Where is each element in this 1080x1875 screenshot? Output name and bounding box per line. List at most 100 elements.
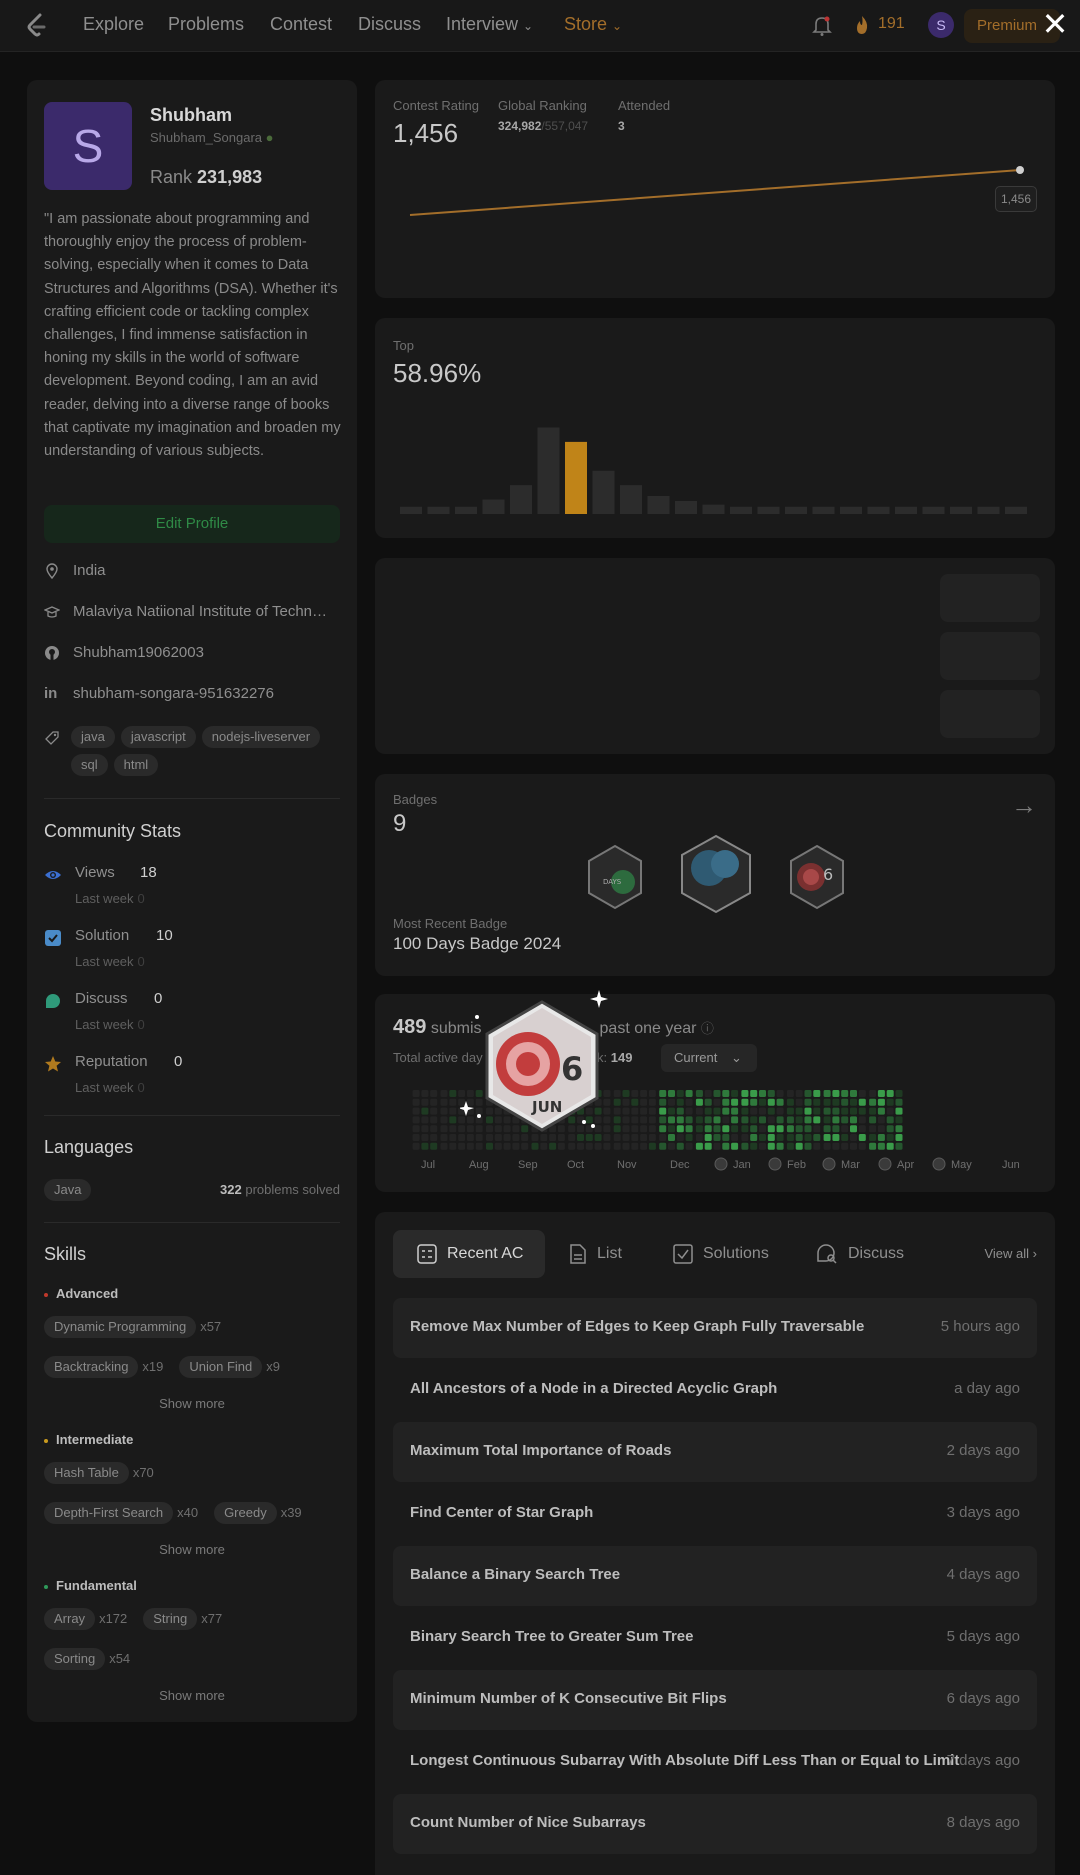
- heatmap-cell[interactable]: [786, 1125, 794, 1133]
- heatmap-cell[interactable]: [412, 1142, 420, 1150]
- heatmap-cell[interactable]: [895, 1107, 903, 1115]
- heatmap-cell[interactable]: [823, 1125, 831, 1133]
- skill-tag[interactable]: Sorting: [44, 1648, 106, 1670]
- heatmap-cell[interactable]: [832, 1116, 840, 1124]
- heatmap-cell[interactable]: [631, 1125, 639, 1133]
- heatmap-cell[interactable]: [695, 1098, 703, 1106]
- skill-tag[interactable]: javascript: [120, 726, 196, 748]
- heatmap-cell[interactable]: [421, 1107, 429, 1115]
- heatmap-cell[interactable]: [613, 1142, 621, 1150]
- heatmap-cell[interactable]: [668, 1116, 675, 1124]
- problem-title[interactable]: Find Center of Star Graph: [410, 1504, 593, 1521]
- heatmap-cell[interactable]: [659, 1090, 667, 1097]
- skill-tag[interactable]: Union Find: [179, 1356, 263, 1378]
- month-badge-icon[interactable]: [932, 1157, 946, 1171]
- heatmap-cell[interactable]: [648, 1090, 656, 1097]
- heatmap-cell[interactable]: [886, 1116, 894, 1124]
- heatmap-cell[interactable]: [776, 1134, 784, 1141]
- heatmap-cell[interactable]: [412, 1107, 420, 1115]
- heatmap-cell[interactable]: [713, 1134, 721, 1141]
- heatmap-cell[interactable]: [449, 1098, 457, 1106]
- heatmap-cell[interactable]: [759, 1090, 766, 1097]
- heatmap-cell[interactable]: [767, 1142, 775, 1150]
- recent-problem-row[interactable]: Longest Continuous Subarray With Absolut…: [393, 1732, 1037, 1792]
- heatmap-cell[interactable]: [869, 1098, 877, 1106]
- heatmap-cell[interactable]: [631, 1134, 639, 1141]
- heatmap-cell[interactable]: [722, 1107, 730, 1115]
- heatmap-cell[interactable]: [430, 1090, 438, 1097]
- month-badge-icon[interactable]: [822, 1157, 836, 1171]
- heatmap-cell[interactable]: [404, 1134, 411, 1141]
- heatmap-cell[interactable]: [449, 1125, 457, 1133]
- heatmap-cell[interactable]: [823, 1098, 831, 1106]
- heatmap-cell[interactable]: [685, 1116, 693, 1124]
- heatmap-cell[interactable]: [804, 1098, 812, 1106]
- heatmap-cell[interactable]: [741, 1098, 749, 1106]
- heatmap-cell[interactable]: [521, 1142, 529, 1150]
- recent-problem-row[interactable]: Binary Search Tree to Greater Sum Tree 5 …: [393, 1608, 1037, 1668]
- heatmap-cell[interactable]: [412, 1116, 420, 1124]
- heatmap-cell[interactable]: [741, 1125, 749, 1133]
- heatmap-cell[interactable]: [594, 1142, 602, 1150]
- heatmap-cell[interactable]: [858, 1098, 866, 1106]
- heatmap-cell[interactable]: [676, 1142, 684, 1150]
- heatmap-cell[interactable]: [776, 1090, 784, 1097]
- heatmap-cell[interactable]: [722, 1116, 730, 1124]
- heatmap-cell[interactable]: [695, 1134, 703, 1141]
- heatmap-cell[interactable]: [475, 1142, 483, 1150]
- heatmap-cell[interactable]: [440, 1116, 448, 1124]
- heatmap-cell[interactable]: [613, 1134, 621, 1141]
- heatmap-cell[interactable]: [395, 1090, 402, 1097]
- heatmap-cell[interactable]: [741, 1142, 749, 1150]
- heatmap-cell[interactable]: [795, 1125, 803, 1133]
- heatmap-cell[interactable]: [713, 1116, 721, 1124]
- school-text[interactable]: Malaviya Natiional Institute of Techn…: [73, 603, 327, 620]
- heatmap-cell[interactable]: [786, 1098, 794, 1106]
- language-tag[interactable]: Java: [44, 1179, 92, 1201]
- heatmap-cell[interactable]: [786, 1134, 794, 1141]
- heatmap-cell[interactable]: [731, 1116, 739, 1124]
- heatmap-cell[interactable]: [648, 1134, 656, 1141]
- rating-point[interactable]: [1016, 166, 1024, 174]
- heatmap-cell[interactable]: [622, 1090, 630, 1097]
- heatmap-cell[interactable]: [877, 1107, 885, 1115]
- heatmap-cell[interactable]: [430, 1116, 438, 1124]
- tab-list[interactable]: List: [545, 1230, 622, 1278]
- heatmap-cell[interactable]: [850, 1142, 857, 1150]
- heatmap-cell[interactable]: [486, 1142, 493, 1150]
- heatmap-cell[interactable]: [695, 1116, 703, 1124]
- badge-100-days[interactable]: [679, 834, 753, 914]
- heatmap-cell[interactable]: [430, 1142, 438, 1150]
- heatmap-cell[interactable]: [767, 1134, 775, 1141]
- heatmap-cell[interactable]: [622, 1125, 630, 1133]
- heatmap-cell[interactable]: [622, 1142, 630, 1150]
- heatmap-cell[interactable]: [832, 1090, 840, 1097]
- heatmap-cell[interactable]: [713, 1142, 721, 1150]
- heatmap-cell[interactable]: [731, 1107, 739, 1115]
- problem-title[interactable]: Balance a Binary Search Tree: [410, 1566, 620, 1583]
- heatmap-cell[interactable]: [668, 1107, 675, 1115]
- heatmap-cell[interactable]: [622, 1116, 630, 1124]
- heatmap-cell[interactable]: [557, 1142, 565, 1150]
- heatmap-cell[interactable]: [704, 1090, 712, 1097]
- heatmap-cell[interactable]: [440, 1090, 448, 1097]
- show-more-advanced[interactable]: Show more: [44, 1396, 340, 1411]
- close-icon[interactable]: ✕: [1040, 8, 1070, 40]
- heatmap-cell[interactable]: [659, 1116, 667, 1124]
- heatmap-cell[interactable]: [841, 1134, 849, 1141]
- heatmap-cell[interactable]: [741, 1090, 749, 1097]
- heatmap-cell[interactable]: [750, 1107, 758, 1115]
- heatmap-cell[interactable]: [440, 1098, 448, 1106]
- heatmap-cell[interactable]: [440, 1142, 448, 1150]
- heatmap-cell[interactable]: [421, 1116, 429, 1124]
- heatmap-cell[interactable]: [850, 1125, 857, 1133]
- heatmap-cell[interactable]: [850, 1098, 857, 1106]
- heatmap-cell[interactable]: [869, 1090, 877, 1097]
- problem-title[interactable]: Maximum Total Importance of Roads: [410, 1442, 671, 1459]
- heatmap-cell[interactable]: [869, 1116, 877, 1124]
- heatmap-cell[interactable]: [631, 1107, 639, 1115]
- heatmap-cell[interactable]: [731, 1098, 739, 1106]
- heatmap-cell[interactable]: [850, 1090, 857, 1097]
- heatmap-cell[interactable]: [869, 1125, 877, 1133]
- heatmap-cell[interactable]: [804, 1142, 812, 1150]
